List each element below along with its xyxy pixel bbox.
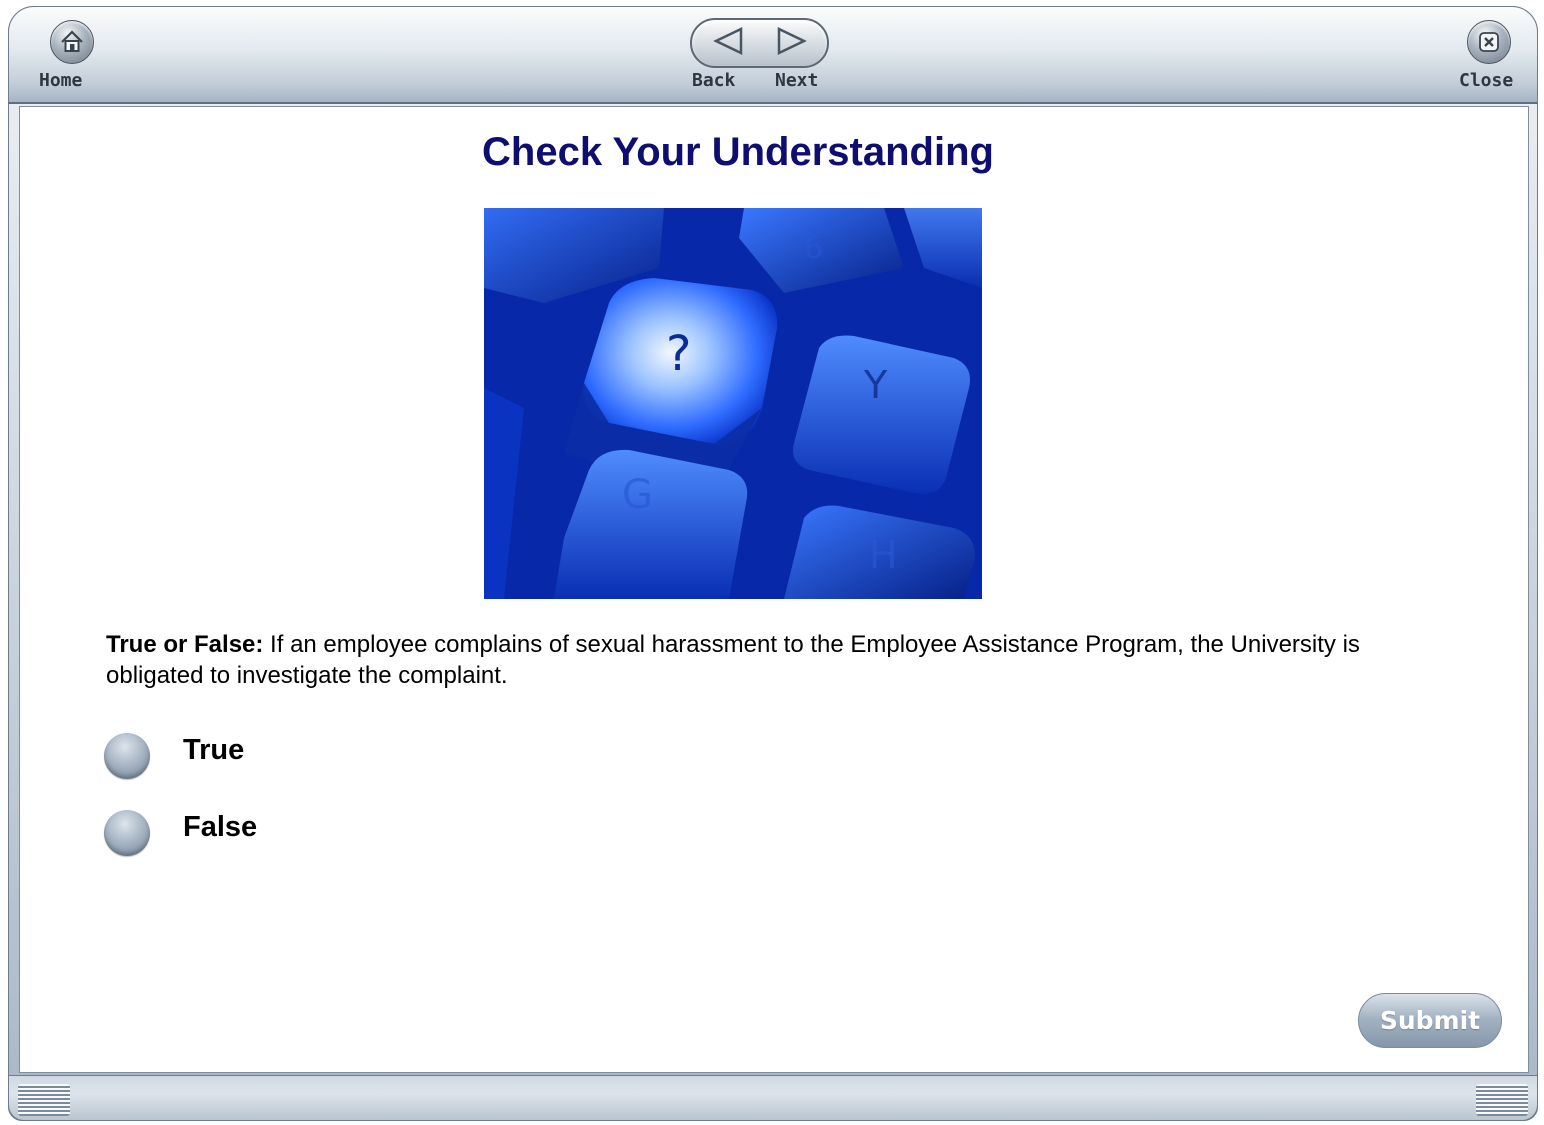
radio-false[interactable] xyxy=(104,810,150,856)
left-resize-grip[interactable] xyxy=(18,1084,70,1116)
next-button[interactable] xyxy=(760,24,824,62)
question-mark-legend: ? xyxy=(666,326,691,382)
submit-button[interactable]: Submit xyxy=(1358,993,1502,1048)
g-legend: G xyxy=(622,472,653,518)
bottom-bar xyxy=(8,1075,1538,1121)
option-false[interactable]: False xyxy=(104,810,404,856)
question-body: If an employee complains of sexual haras… xyxy=(106,631,1360,689)
home-button[interactable] xyxy=(50,20,94,64)
house-icon xyxy=(59,29,85,55)
key-y xyxy=(793,335,970,494)
question-prefix: True or False: xyxy=(106,631,264,658)
page-title: Check Your Understanding xyxy=(482,130,994,174)
triangle-left-icon xyxy=(711,26,745,61)
home-label: Home xyxy=(39,70,83,91)
h-legend: H xyxy=(869,533,898,577)
option-true[interactable]: True xyxy=(104,733,404,779)
six-legend: 6 xyxy=(804,231,823,266)
next-label: Next xyxy=(775,70,819,91)
option-true-label: True xyxy=(183,734,245,766)
y-legend: Y xyxy=(863,363,888,407)
back-button[interactable] xyxy=(696,24,760,62)
back-next-pill xyxy=(690,18,829,68)
back-label: Back xyxy=(692,70,736,91)
close-label: Close xyxy=(1459,70,1514,91)
question-text: True or False: If an employee complains … xyxy=(106,629,1426,691)
keyboard-question-image: ? Y G H 6 xyxy=(484,208,982,599)
triangle-right-icon xyxy=(775,26,809,61)
radio-true[interactable] xyxy=(104,733,150,779)
close-button[interactable] xyxy=(1467,20,1511,64)
x-icon xyxy=(1477,30,1501,54)
right-resize-grip[interactable] xyxy=(1476,1084,1528,1116)
option-false-label: False xyxy=(183,811,258,843)
